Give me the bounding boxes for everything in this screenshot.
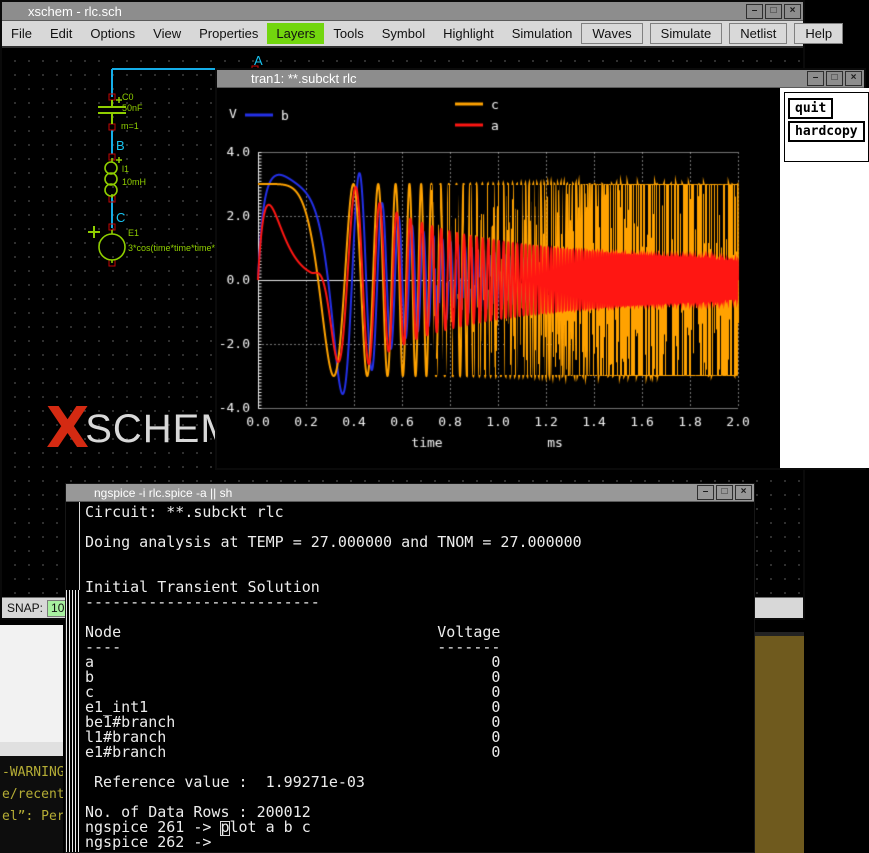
inductor-symbol[interactable] [105,157,122,198]
hardcopy-button[interactable]: hardcopy [788,121,865,142]
plot-side-panel: quit hardcopy [780,88,869,468]
ngspice-terminal-window: ngspice -i rlc.spice -a || sh – □ × Circ… [65,483,755,853]
netlist-button[interactable]: Netlist [729,23,787,44]
help-button[interactable]: Help [794,23,843,44]
maximize-button[interactable]: □ [765,4,782,19]
terminal-window-title: ngspice -i rlc.spice -a || sh [94,486,232,500]
close-button[interactable]: × [735,485,752,500]
src-ref-label: E1 [128,228,139,238]
menu-properties[interactable]: Properties [190,23,267,44]
plot-titlebar[interactable]: tran1: **.subckt rlc – □ × [217,70,864,88]
cap-value-label: 50nF [122,103,143,113]
terminal-body: Circuit: **.subckt rlc Doing analysis at… [66,502,754,852]
plot-window: tran1: **.subckt rlc – □ × quit hardcopy [215,68,866,470]
plot-window-buttons: – □ × [805,71,864,86]
waveform-plot-canvas[interactable] [217,88,780,468]
snap-label: SNAP: [7,601,43,615]
ind-value-label: 10mH [122,177,146,187]
menu-simulation[interactable]: Simulation [503,23,582,44]
close-button[interactable]: × [784,4,801,19]
logo-schem-text: SCHEM [85,407,234,451]
menu-edit[interactable]: Edit [41,23,81,44]
plot-content: quit hardcopy [217,88,864,468]
xschem-window-title: xschem - rlc.sch [28,4,122,19]
maximize-button[interactable]: □ [826,71,843,86]
node-label-b[interactable]: B [116,138,125,153]
xschem-logo: XSCHEM [46,404,235,454]
terminal-cursor [220,821,230,836]
menu-tools[interactable]: Tools [324,23,372,44]
simulate-button[interactable]: Simulate [650,23,723,44]
xschem-titlebar[interactable]: xschem - rlc.sch – □ × [2,2,803,21]
ind-plus-mark [116,157,122,163]
menu-layers[interactable]: Layers [267,23,324,44]
plot-button-panel: quit hardcopy [784,92,869,162]
menu-highlight[interactable]: Highlight [434,23,503,44]
desktop: xschem - rlc.sch – □ × File Edit Options… [0,0,869,853]
maximize-button[interactable]: □ [716,485,733,500]
quit-button[interactable]: quit [788,98,833,119]
menu-symbol[interactable]: Symbol [373,23,434,44]
background-brown-window [753,632,804,853]
menu-options[interactable]: Options [81,23,144,44]
scrollbar-thumb[interactable] [66,502,80,590]
minimize-button[interactable]: – [746,4,763,19]
plot-window-title: tran1: **.subckt rlc [251,71,357,86]
xschem-window-buttons: – □ × [744,4,803,19]
menu-view[interactable]: View [144,23,190,44]
xschem-menubar: File Edit Options View Properties Layers… [2,21,803,48]
warning-text: -WARNING e/recently el”: Perm -WARNING [0,756,63,853]
terminal-window-buttons: – □ × [695,485,754,500]
logo-x-glyph: X [46,396,89,461]
src-plus-mark [88,226,100,238]
menu-file[interactable]: File [2,23,41,44]
cap-m-label: m=1 [121,121,139,131]
minimize-button[interactable]: – [807,71,824,86]
voltage-source-symbol[interactable] [88,226,125,263]
pin-cap-bottom[interactable] [109,124,115,130]
terminal-output[interactable]: Circuit: **.subckt rlc Doing analysis at… [80,502,582,852]
node-label-c[interactable]: C [116,210,125,225]
terminal-titlebar[interactable]: ngspice -i rlc.spice -a || sh – □ × [66,484,754,502]
ind-ref-label: l1 [122,164,129,174]
background-warning-terminal: -WARNING e/recently el”: Perm -WARNING [0,756,63,853]
close-button[interactable]: × [845,71,862,86]
terminal-scrollbar[interactable] [66,502,80,852]
waves-button[interactable]: Waves [581,23,642,44]
cap-ref-label: C0 [122,92,134,102]
minimize-button[interactable]: – [697,485,714,500]
background-white-window [0,625,63,758]
